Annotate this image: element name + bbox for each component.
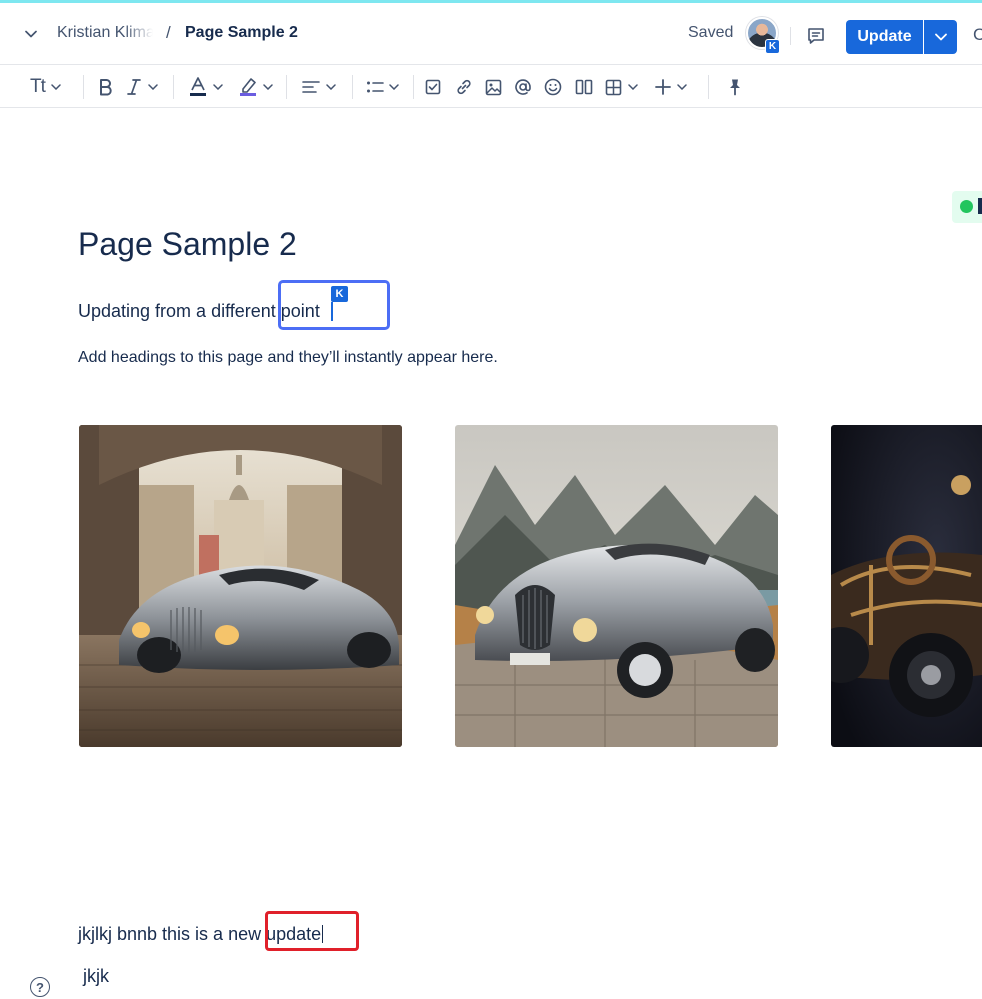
table-button[interactable]	[605, 74, 638, 100]
update-button[interactable]: Update	[846, 20, 923, 54]
bold-button[interactable]	[97, 74, 113, 100]
toolbar-divider	[83, 75, 84, 99]
toolbar-divider	[708, 75, 709, 99]
columns-icon	[575, 79, 593, 95]
comment-icon[interactable]	[804, 24, 828, 48]
link-button[interactable]	[455, 74, 473, 100]
breadcrumb-parent[interactable]: Kristian Klima	[57, 24, 153, 42]
editor-header: Kristian Klima / Page Sample 2 Saved K U…	[0, 3, 982, 64]
help-icon[interactable]: ?	[30, 977, 50, 997]
car-image[interactable]	[831, 425, 982, 747]
task-button[interactable]	[425, 74, 441, 100]
text-style-icon: Tt	[30, 76, 46, 97]
paragraph-text: Updating from a different	[78, 301, 281, 321]
chevron-down-icon	[934, 33, 947, 41]
highlight-icon	[240, 78, 256, 96]
save-status: Saved	[688, 24, 734, 41]
chevron-down-icon	[326, 84, 336, 90]
image-button[interactable]	[485, 74, 502, 100]
text-color-button[interactable]	[188, 74, 223, 100]
breadcrumb-separator: /	[166, 23, 171, 42]
mention-button[interactable]	[514, 74, 532, 100]
insert-button[interactable]	[654, 74, 687, 100]
header-divider	[790, 27, 791, 45]
pin-button[interactable]	[727, 74, 743, 100]
table-icon	[605, 79, 622, 95]
status-dot-icon	[960, 200, 973, 213]
update-options-button[interactable]	[924, 20, 957, 54]
annotation-box	[265, 911, 359, 951]
plus-icon	[655, 79, 671, 95]
car-image[interactable]	[455, 425, 778, 747]
chevron-down-icon	[148, 84, 158, 90]
pin-icon	[730, 79, 740, 96]
align-left-icon	[302, 81, 320, 93]
chevron-down-icon	[677, 84, 687, 90]
align-button[interactable]	[302, 74, 336, 100]
checkbox-icon	[425, 79, 441, 95]
paragraph[interactable]: Add headings to this page and they’ll in…	[78, 349, 498, 367]
page-title[interactable]: Page Sample 2	[78, 226, 297, 263]
breadcrumb-current[interactable]: Page Sample 2	[185, 24, 298, 42]
layouts-button[interactable]	[575, 74, 593, 100]
paragraph-text: jkjlkj bnnb this is a new	[78, 924, 267, 944]
status-label-partial	[978, 198, 982, 214]
bullet-list-icon	[367, 81, 384, 93]
emoji-button[interactable]	[544, 74, 562, 100]
chevron-down-icon[interactable]	[20, 23, 42, 45]
chevron-down-icon	[51, 84, 61, 90]
chevron-down-icon	[263, 84, 273, 90]
collaborator-caret	[331, 302, 333, 321]
avatar-badge: K	[765, 39, 780, 54]
link-icon	[457, 79, 471, 95]
image-icon	[485, 79, 502, 95]
emoji-icon	[544, 78, 562, 96]
paragraph[interactable]: jkjk	[83, 966, 109, 987]
toolbar-divider	[173, 75, 174, 99]
close-button-partial[interactable]: C	[973, 25, 982, 45]
toolbar-divider	[352, 75, 353, 99]
text-color-icon	[190, 77, 206, 96]
italic-icon	[127, 79, 141, 95]
italic-button[interactable]	[126, 74, 158, 100]
toolbar-divider	[413, 75, 414, 99]
text-style-button[interactable]: Tt	[30, 74, 61, 100]
list-button[interactable]	[366, 74, 399, 100]
chevron-down-icon	[628, 84, 638, 90]
bold-icon	[100, 79, 112, 96]
chevron-down-icon	[389, 84, 399, 90]
toolbar-divider	[286, 75, 287, 99]
editor-toolbar: Tt	[0, 64, 982, 108]
collaborator-flag: K	[331, 286, 348, 302]
highlight-button[interactable]	[238, 74, 273, 100]
chevron-down-icon	[213, 84, 223, 90]
mention-icon	[515, 79, 531, 95]
car-image[interactable]	[79, 425, 402, 747]
